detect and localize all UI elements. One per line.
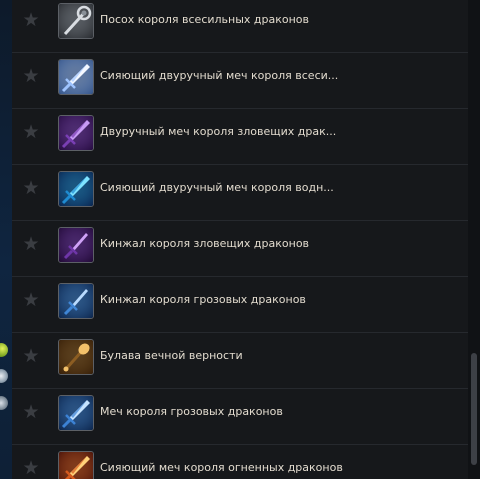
side-decoration (0, 0, 12, 479)
list-item[interactable]: ★ Меч короля грозовых драконов (12, 389, 468, 445)
item-list: ★ Посох короля всесильных драконов ★ Сияющи… (12, 0, 468, 479)
list-item[interactable]: ★ Кинжал короля зловещих драконов (12, 221, 468, 277)
favorite-star-icon[interactable]: ★ (21, 10, 41, 30)
favorite-star-icon[interactable]: ★ (21, 458, 41, 478)
list-item[interactable]: ★ Сияющий двуручный меч короля водн... (12, 165, 468, 221)
favorite-star-icon[interactable]: ★ (21, 178, 41, 198)
item-name: Сияющий двуручный меч короля водн... (100, 181, 334, 194)
list-item[interactable]: ★ Кинжал короля грозовых драконов (12, 277, 468, 333)
sword-icon (58, 451, 94, 479)
scrollbar[interactable] (468, 0, 480, 479)
list-item[interactable]: ★ Сияющий двуручный меч короля всеси... (12, 53, 468, 109)
sword-icon (58, 171, 94, 207)
favorite-star-icon[interactable]: ★ (21, 346, 41, 366)
item-name: Двуручный меч короля зловещих драк... (100, 125, 337, 138)
favorite-star-icon[interactable]: ★ (21, 122, 41, 142)
item-name: Сияющий двуручный меч короля всеси... (100, 69, 339, 82)
item-name: Булава вечной верности (100, 349, 243, 362)
item-name: Меч короля грозовых драконов (100, 405, 283, 418)
list-item[interactable]: ★ Посох короля всесильных драконов (12, 0, 468, 53)
sword-icon (58, 115, 94, 151)
dagger-icon (58, 283, 94, 319)
favorite-star-icon[interactable]: ★ (21, 66, 41, 86)
item-name: Кинжал короля зловещих драконов (100, 237, 310, 250)
tool-orb-icon[interactable] (0, 369, 8, 383)
favorite-star-icon[interactable]: ★ (21, 234, 41, 254)
mace-icon (58, 339, 94, 375)
settings-orb-icon[interactable] (0, 396, 8, 410)
item-name: Кинжал короля грозовых драконов (100, 293, 306, 306)
list-item[interactable]: ★ Двуручный меч короля зловещих драк... (12, 109, 468, 165)
sword-icon (58, 59, 94, 95)
scrollbar-thumb[interactable] (471, 353, 477, 465)
favorite-star-icon[interactable]: ★ (21, 290, 41, 310)
favorite-star-icon[interactable]: ★ (21, 402, 41, 422)
sword-icon (58, 395, 94, 431)
item-name: Посох короля всесильных драконов (100, 13, 310, 26)
green-orb-icon[interactable] (0, 343, 8, 357)
staff-icon (58, 3, 94, 39)
item-name: Сияющий меч короля огненных драконов (100, 461, 343, 474)
dagger-icon (58, 227, 94, 263)
list-item[interactable]: ★ Сияющий меч короля огненных драконов (12, 445, 468, 479)
list-item[interactable]: ★ Булава вечной верности (12, 333, 468, 389)
